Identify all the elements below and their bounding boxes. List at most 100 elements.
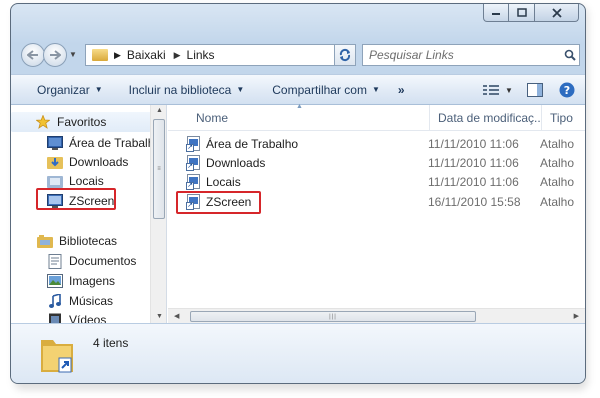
- table-row[interactable]: ↗ Locais 11/11/2010 11:06 Atalho: [178, 172, 578, 192]
- sidebar-item-label: Downloads: [69, 155, 129, 169]
- scrollbar-thumb[interactable]: |||: [190, 311, 476, 322]
- include-library-label: Incluir na biblioteca: [128, 82, 232, 97]
- file-name: Área de Trabalho: [206, 137, 299, 151]
- details-pane: 4 itens: [11, 323, 585, 383]
- column-name[interactable]: Nome: [188, 105, 430, 131]
- pictures-icon: [47, 273, 63, 289]
- sidebar-item-bibliotecas[interactable]: Bibliotecas: [37, 231, 117, 251]
- horizontal-scrollbar[interactable]: ◀ ||| ▶: [168, 308, 585, 324]
- libraries-icon: [37, 233, 53, 249]
- videos-icon: [47, 312, 63, 323]
- help-button[interactable]: ?: [555, 79, 579, 101]
- file-type: Atalho: [540, 156, 575, 170]
- history-dropdown-icon[interactable]: ▼: [69, 50, 77, 59]
- breadcrumb-baixaki[interactable]: Baixaki: [127, 48, 166, 62]
- table-row[interactable]: ↗ Downloads 11/11/2010 11:06 Atalho: [178, 153, 578, 173]
- sidebar-item-musicas[interactable]: Músicas: [47, 291, 113, 311]
- forward-button[interactable]: [43, 43, 67, 67]
- back-button[interactable]: [21, 43, 45, 67]
- sidebar-item-videos[interactable]: Vídeos: [47, 310, 106, 323]
- documents-icon: [47, 253, 63, 269]
- column-name-label: Nome: [196, 111, 229, 125]
- file-type: Atalho: [540, 195, 575, 209]
- chevron-down-icon: ▼: [505, 85, 513, 95]
- sidebar-favorites-label: Favoritos: [57, 115, 107, 129]
- search-icon[interactable]: [561, 49, 579, 61]
- more-commands-button[interactable]: »: [390, 83, 413, 97]
- sidebar-libraries-label: Bibliotecas: [59, 234, 118, 248]
- column-date[interactable]: Data de modificaç...: [430, 105, 542, 131]
- close-icon: [551, 7, 562, 18]
- file-date: 11/11/2010 11:06: [428, 156, 519, 170]
- chevron-right-icon[interactable]: ▶: [114, 50, 121, 61]
- chevron-down-icon: ▼: [236, 85, 245, 94]
- file-name: Downloads: [206, 156, 266, 170]
- view-options-button[interactable]: ▼: [481, 79, 515, 101]
- column-type-label: Tipo: [550, 111, 573, 125]
- file-name: Locais: [206, 175, 241, 189]
- item-count: 4 itens: [93, 336, 129, 350]
- chevron-right-icon[interactable]: ▶: [174, 50, 181, 61]
- minimize-icon: [492, 12, 500, 15]
- svg-text:?: ?: [564, 84, 570, 97]
- star-icon: [35, 114, 51, 130]
- address-bar[interactable]: ▶ Baixaki ▶ Links ▼: [85, 44, 355, 66]
- file-date: 11/11/2010 11:06: [428, 137, 519, 151]
- scrollbar-thumb[interactable]: ≡: [153, 119, 165, 219]
- folder-shortcut-icon: [41, 340, 73, 373]
- chevron-down-icon: ▼: [94, 85, 103, 94]
- scroll-down-icon[interactable]: ▼: [156, 313, 163, 320]
- command-bar: Organizar ▼ Incluir na biblioteca ▼ Comp…: [11, 74, 585, 105]
- share-label: Compartilhar com: [272, 82, 367, 97]
- recent-places-icon: [47, 173, 63, 189]
- sidebar-item-label: Imagens: [69, 274, 116, 288]
- include-library-button[interactable]: Incluir na biblioteca ▼: [113, 75, 255, 104]
- sidebar-item-label: Locais: [69, 174, 104, 188]
- scroll-up-icon[interactable]: ▲: [156, 107, 163, 114]
- organize-label: Organizar: [37, 82, 90, 97]
- breadcrumb: ▶ Baixaki ▶ Links: [114, 48, 215, 62]
- scroll-right-icon[interactable]: ▶: [574, 312, 579, 320]
- maximize-button[interactable]: [509, 4, 535, 22]
- address-row: ▼ ▶ Baixaki ▶ Links ▼: [21, 42, 580, 68]
- help-icon: ?: [559, 82, 575, 98]
- sidebar-item-favorites[interactable]: Favoritos: [11, 112, 151, 132]
- refresh-icon: [339, 48, 351, 62]
- sidebar-item-label: Músicas: [69, 294, 114, 308]
- arrow-right-icon: [50, 50, 61, 60]
- sidebar-item-documentos[interactable]: Documentos: [47, 251, 136, 271]
- desktop-icon: [47, 135, 63, 151]
- sidebar-item-downloads[interactable]: Downloads: [47, 152, 128, 172]
- close-button[interactable]: [535, 4, 579, 22]
- preview-pane-button[interactable]: [523, 79, 547, 101]
- breadcrumb-links[interactable]: Links: [187, 48, 215, 62]
- refresh-button[interactable]: [334, 44, 356, 66]
- arrow-left-icon: [27, 50, 38, 60]
- view-controls: ▼ ?: [481, 79, 579, 101]
- sidebar-item-label: Área de Trabalho: [69, 136, 162, 150]
- scroll-left-icon[interactable]: ◀: [174, 312, 179, 320]
- share-button[interactable]: Compartilhar com ▼: [254, 75, 390, 104]
- table-row[interactable]: ↗ Área de Trabalho 11/11/2010 11:06 Atal…: [178, 134, 578, 154]
- preview-pane-icon: [527, 83, 543, 97]
- column-type[interactable]: Tipo: [542, 105, 585, 131]
- file-type: Atalho: [540, 137, 575, 151]
- shortcut-icon: ↗: [186, 174, 202, 190]
- organize-button[interactable]: Organizar ▼: [11, 75, 113, 104]
- navigation-pane: Favoritos Área de Trabalho Downloads Loc…: [11, 105, 167, 323]
- shortcut-icon: ↗: [186, 136, 202, 152]
- navigation-scrollbar[interactable]: ▲ ≡ ▼: [150, 105, 166, 323]
- file-list: ▲ Nome Data de modificaç... Tipo ↗ Área …: [168, 103, 585, 323]
- folder-icon: [92, 49, 108, 61]
- chevron-down-icon: ▼: [371, 85, 380, 94]
- minimize-button[interactable]: [483, 4, 509, 22]
- view-list-icon: [483, 85, 500, 95]
- column-header: ▲ Nome Data de modificaç... Tipo: [168, 103, 585, 131]
- sidebar-item-imagens[interactable]: Imagens: [47, 271, 115, 291]
- explorer-body: Favoritos Área de Trabalho Downloads Loc…: [11, 103, 585, 324]
- sidebar-item-area-de-trabalho[interactable]: Área de Trabalho: [47, 133, 161, 153]
- maximize-icon: [516, 8, 527, 17]
- search-input[interactable]: [369, 48, 561, 62]
- sidebar-item-label: Documentos: [69, 254, 137, 268]
- window-controls: [483, 4, 579, 22]
